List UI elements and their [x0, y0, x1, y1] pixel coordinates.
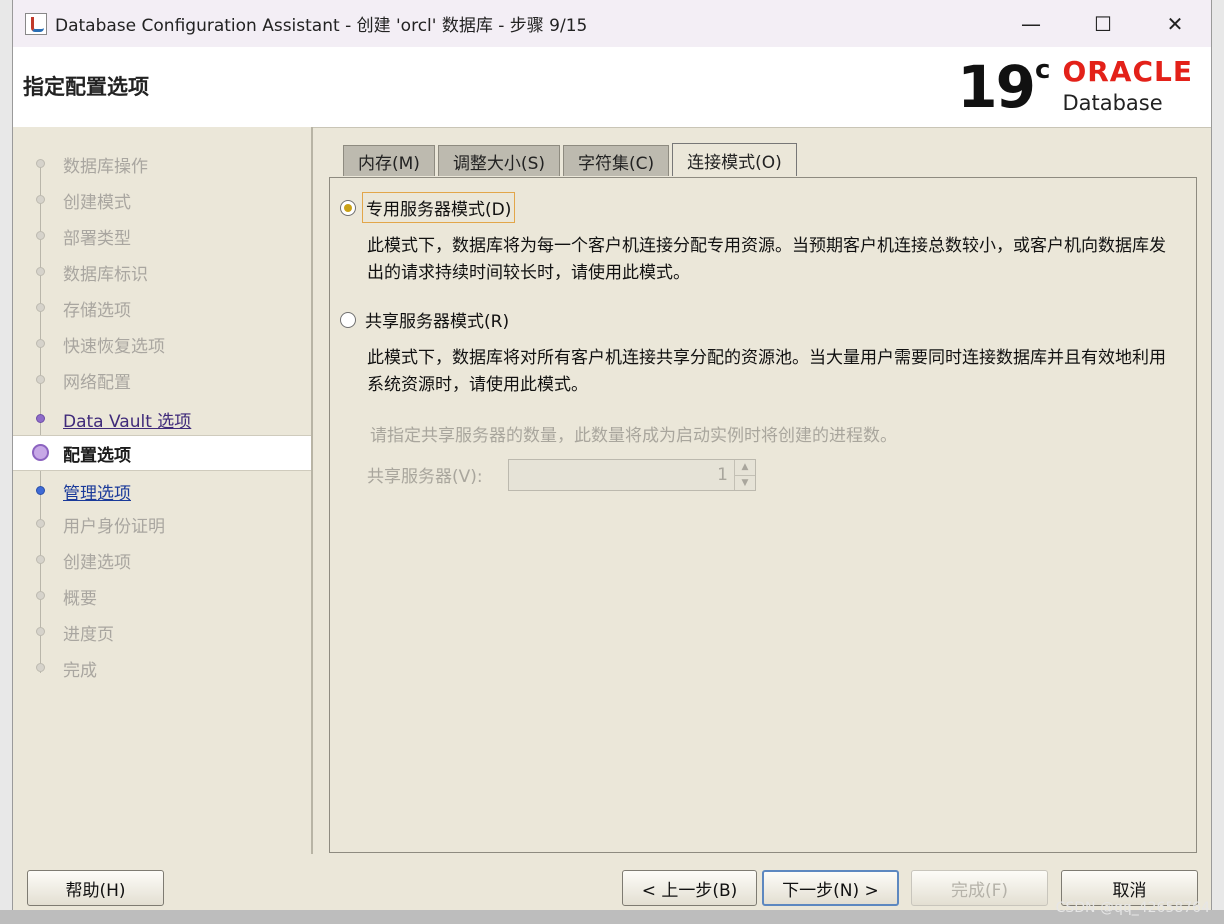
window-title: Database Configuration Assistant - 创建 'o… — [55, 16, 588, 36]
watermark: CSDN @qq_42658764 — [1055, 900, 1210, 916]
spinner-buttons: ▲ ▼ — [734, 460, 755, 490]
close-button[interactable]: ✕ — [1139, 0, 1211, 47]
nav-step-label: 用户身份证明 — [63, 516, 165, 537]
nav-step-label: 完成 — [63, 660, 97, 681]
shared-servers-value[interactable]: 1 — [509, 460, 734, 490]
nav-step-9: 配置选项 — [13, 435, 311, 471]
step-bullet-icon — [32, 444, 49, 461]
page-title: 指定配置选项 — [23, 75, 149, 99]
tab-label: 调整大小(S) — [452, 153, 545, 174]
shared-server-label[interactable]: 共享服务器模式(R) — [362, 305, 512, 334]
tab-bar: 内存(M) 调整大小(S) 字符集(C) 连接模式(O) — [343, 143, 800, 177]
dedicated-server-radio[interactable] — [340, 199, 356, 216]
back-button[interactable]: < 上一步(B) — [622, 870, 757, 906]
nav-step-label: 管理选项 — [63, 483, 131, 504]
nav-step-8[interactable]: Data Vault 选项 — [13, 402, 311, 436]
step-bullet-icon — [36, 339, 45, 348]
shared-server-radio[interactable] — [340, 311, 356, 328]
nav-step-11: 用户身份证明 — [13, 507, 311, 541]
tab-connection-mode[interactable]: 连接模式(O) — [672, 143, 797, 176]
nav-step-label: 部署类型 — [63, 228, 131, 249]
main-content: 内存(M) 调整大小(S) 字符集(C) 连接模式(O) 专用服务器模式(D) … — [329, 127, 1201, 854]
window-controls: — ☐ ✕ — [995, 0, 1211, 47]
nav-step-15: 完成 — [13, 651, 311, 685]
nav-step-label: 网络配置 — [63, 372, 131, 393]
tab-sizing[interactable]: 调整大小(S) — [437, 145, 560, 176]
help-button[interactable]: 帮助(H) — [27, 870, 164, 906]
step-bullet-icon — [36, 303, 45, 312]
desktop-background-left — [0, 0, 12, 924]
nav-step-label: 快速恢复选项 — [63, 336, 165, 357]
nav-step-3: 部署类型 — [13, 219, 311, 253]
nav-step-1: 数据库操作 — [13, 147, 311, 181]
nav-step-14: 进度页 — [13, 615, 311, 649]
nav-step-label: 数据库标识 — [63, 264, 148, 285]
dedicated-server-label[interactable]: 专用服务器模式(D) — [362, 192, 516, 223]
logo-product: Database — [1062, 91, 1163, 115]
nav-step-13: 概要 — [13, 579, 311, 613]
desktop-background-bottom — [0, 910, 1224, 924]
step-bullet-icon — [36, 414, 45, 423]
tab-label: 连接模式(O) — [687, 152, 782, 173]
dedicated-server-description: 此模式下，数据库将为每一个客户机连接分配专用资源。当预期客户机连接总数较小，或客… — [367, 236, 1166, 283]
step-bullet-icon — [36, 591, 45, 600]
step-bullet-icon — [36, 159, 45, 168]
nav-step-label: 进度页 — [63, 624, 114, 645]
step-bullet-icon — [36, 486, 45, 495]
step-bullet-icon — [36, 519, 45, 528]
nav-step-label: Data Vault 选项 — [63, 411, 192, 432]
logo-version: 19 — [957, 53, 1036, 121]
dedicated-server-option[interactable]: 专用服务器模式(D) — [340, 192, 516, 223]
spinner-down-icon[interactable]: ▼ — [735, 476, 755, 491]
tab-label: 内存(M) — [358, 153, 420, 174]
java-app-icon — [25, 12, 47, 35]
nav-step-5: 存储选项 — [13, 291, 311, 325]
logo-version-suffix: c — [1035, 55, 1051, 85]
shared-server-hint: 请指定共享服务器的数量，此数量将成为启动实例时将创建的进程数。 — [370, 426, 897, 446]
nav-step-6: 快速恢复选项 — [13, 327, 311, 361]
nav-step-label: 存储选项 — [63, 300, 131, 321]
dbca-window: Database Configuration Assistant - 创建 'o… — [12, 0, 1212, 910]
oracle-logo: 19 c ORACLE Database — [957, 57, 1193, 119]
tab-memory[interactable]: 内存(M) — [343, 145, 435, 176]
shared-servers-label: 共享服务器(V): — [367, 467, 483, 487]
nav-step-7: 网络配置 — [13, 363, 311, 397]
step-navigation: 数据库操作创建模式部署类型数据库标识存储选项快速恢复选项 网络配置 Data Vau… — [13, 127, 313, 854]
title-bar: Database Configuration Assistant - 创建 'o… — [13, 0, 1211, 47]
next-button[interactable]: 下一步(N) > — [762, 870, 899, 906]
logo-text: ORACLE Database — [1062, 55, 1193, 116]
shared-server-option[interactable]: 共享服务器模式(R) — [340, 305, 512, 334]
maximize-button[interactable]: ☐ — [1067, 0, 1139, 47]
shared-server-description: 此模式下，数据库将对所有客户机连接共享分配的资源池。当大量用户需要同时连接数据库… — [367, 348, 1166, 395]
nav-step-label: 创建选项 — [63, 552, 131, 573]
step-bullet-icon — [36, 375, 45, 384]
nav-step-4: 数据库标识 — [13, 255, 311, 289]
step-bullet-icon — [36, 663, 45, 672]
nav-step-label: 配置选项 — [63, 445, 131, 466]
step-bullet-icon — [36, 267, 45, 276]
tab-label: 字符集(C) — [578, 153, 655, 174]
tab-charset[interactable]: 字符集(C) — [563, 145, 670, 176]
connection-mode-panel: 专用服务器模式(D) 此模式下，数据库将为每一个客户机连接分配专用资源。当预期客… — [329, 177, 1197, 853]
nav-step-label: 数据库操作 — [63, 156, 148, 177]
spinner-up-icon[interactable]: ▲ — [735, 460, 755, 476]
step-bullet-icon — [36, 627, 45, 636]
nav-step-2: 创建模式 — [13, 183, 311, 217]
desktop-background-right — [1212, 0, 1224, 924]
nav-step-12: 创建选项 — [13, 543, 311, 577]
minimize-button[interactable]: — — [995, 0, 1067, 47]
page-header: 指定配置选项 19 c ORACLE Database — [13, 47, 1211, 128]
step-bullet-icon — [36, 231, 45, 240]
finish-button[interactable]: 完成(F) — [911, 870, 1048, 906]
nav-step-label: 创建模式 — [63, 192, 131, 213]
step-bullet-icon — [36, 195, 45, 204]
shared-servers-spinner[interactable]: 1 ▲ ▼ — [508, 459, 756, 491]
logo-brand: ORACLE — [1062, 55, 1193, 88]
nav-step-10[interactable]: 管理选项 — [13, 474, 311, 508]
step-bullet-icon — [36, 555, 45, 564]
nav-step-label: 概要 — [63, 588, 97, 609]
